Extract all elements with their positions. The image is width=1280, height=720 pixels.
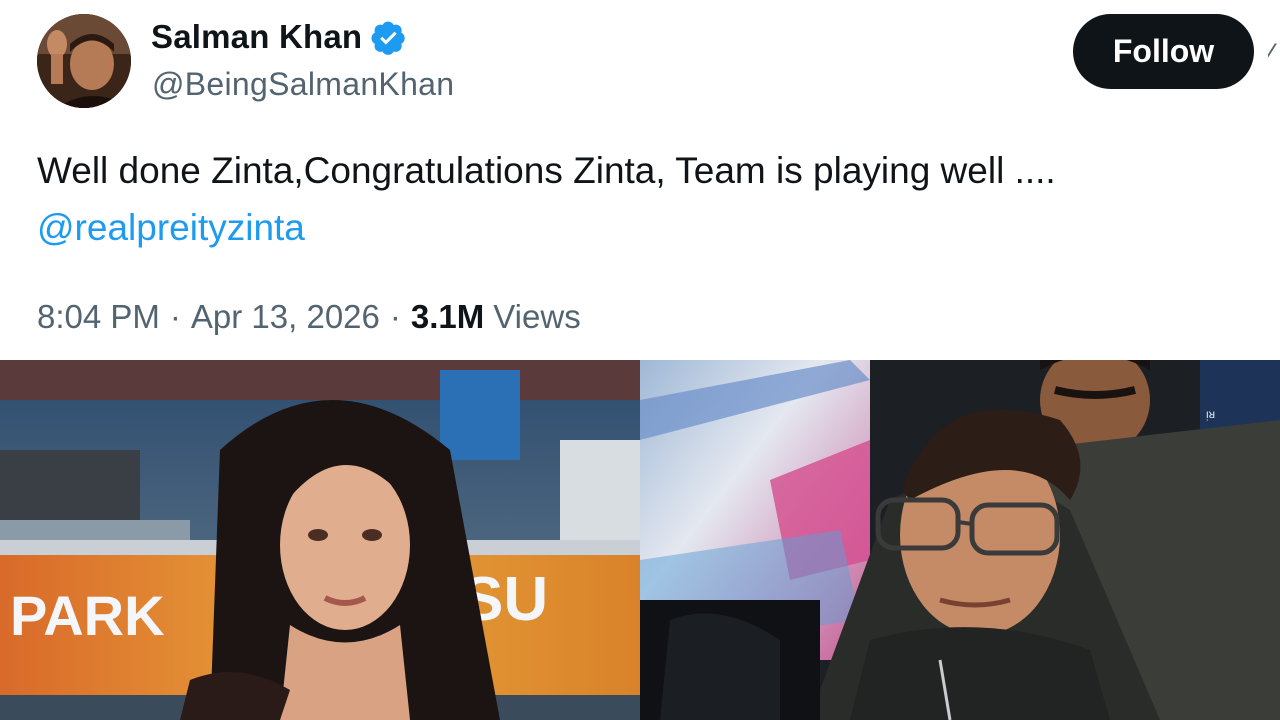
tweet-date[interactable]: Apr 13, 2026 [191,298,380,336]
verified-badge-icon [370,19,407,56]
display-name-row: Salman Khan [151,18,407,56]
display-name[interactable]: Salman Khan [151,18,362,56]
mention-link[interactable]: @realpreityzinta [37,203,305,253]
views-count[interactable]: 3.1M [411,298,484,336]
photo-collage[interactable]: PARK SU ᴉᴚ [0,360,1280,720]
photo-salman-khan[interactable]: ᴉᴚ [640,360,1280,720]
follow-button[interactable]: Follow [1073,14,1254,89]
user-handle[interactable]: @BeingSalmanKhan [152,66,454,103]
grok-icon[interactable]: ⁄ [1268,38,1280,68]
tweet-time[interactable]: 8:04 PM [37,298,160,336]
tweet-meta: 8:04 PM · Apr 13, 2026 · 3.1M Views [37,298,581,336]
cap-text: ᴉᴚ [1206,407,1215,421]
photo-right-image: ᴉᴚ [640,360,1280,720]
tweet-text: Well done Zinta,Congratulations Zinta, T… [37,150,1056,191]
meta-separator: · [169,298,181,335]
meta-separator: · [389,298,401,335]
tweet-header: Salman Khan @BeingSalmanKhan Follow ⁄ [0,0,1280,120]
photo-preity-zinta[interactable]: PARK SU [0,360,640,720]
sign-text-left: PARK [10,584,165,647]
profile-photo-icon [37,14,131,108]
photo-left-image: PARK SU [0,360,640,720]
views-label: Views [493,298,581,335]
avatar[interactable] [37,14,131,108]
